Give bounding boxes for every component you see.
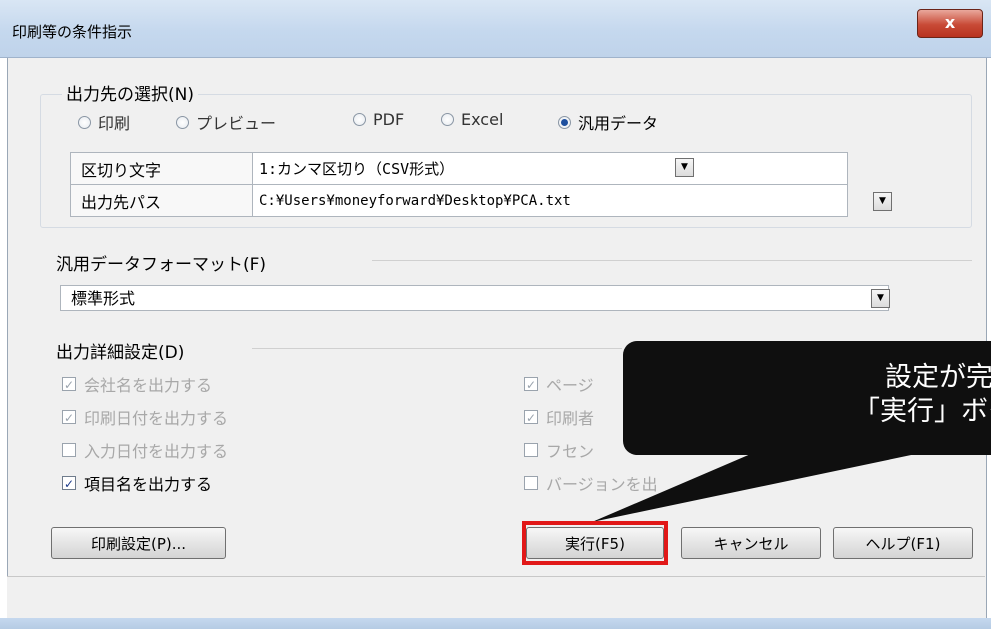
print-settings-button[interactable]: 印刷設定(P)...	[51, 527, 226, 559]
radio-excel[interactable]: Excel	[441, 110, 503, 129]
radio-print-circle[interactable]	[78, 115, 91, 129]
chevron-down-icon: ▼	[681, 162, 688, 172]
radio-pdf[interactable]: PDF	[353, 110, 404, 129]
title-bar[interactable]: 印刷等の条件指示 x	[0, 0, 991, 58]
checkbox-version-box[interactable]	[524, 476, 538, 490]
checkbox-company-name-box[interactable]: ✓	[62, 377, 76, 392]
radio-generic-data[interactable]: 汎用データ	[558, 110, 658, 134]
checkbox-page[interactable]: ✓ ページ	[524, 372, 594, 396]
checkbox-company-name[interactable]: ✓ 会社名を出力する	[62, 372, 212, 396]
checkbox-item-name[interactable]: ✓ 項目名を出力する	[62, 471, 212, 495]
output-path-label: 出力先パス	[70, 184, 253, 217]
radio-pdf-label: PDF	[373, 110, 405, 129]
delimiter-dropdown-button[interactable]: ▼	[675, 158, 694, 177]
radio-preview-circle[interactable]	[176, 115, 189, 129]
checkbox-input-date-box[interactable]	[62, 443, 76, 457]
radio-generic-data-label: 汎用データ	[578, 114, 659, 133]
checkbox-printer-box[interactable]: ✓	[524, 410, 538, 425]
checkbox-input-date-label: 入力日付を出力する	[84, 442, 229, 461]
chevron-down-icon: ▼	[879, 196, 886, 206]
delimiter-row: 区切り文字 1:カンマ区切り（CSV形式）	[70, 152, 848, 185]
checkbox-item-name-box[interactable]: ✓	[62, 476, 76, 491]
tutorial-callout: 設定が完了したら 「実行」ボタンをクリック	[623, 341, 991, 455]
radio-generic-data-circle[interactable]	[558, 115, 571, 129]
output-path-input[interactable]: C:¥Users¥moneyforward¥Desktop¥PCA.txt	[252, 184, 848, 217]
radio-preview[interactable]: プレビュー	[176, 110, 276, 134]
callout-line-1: 設定が完了したら	[885, 362, 991, 393]
radio-excel-circle[interactable]	[441, 113, 454, 126]
delimiter-label: 区切り文字	[70, 152, 253, 185]
checkbox-fusen-label: フセン	[546, 442, 595, 461]
radio-print-label: 印刷	[98, 114, 131, 133]
status-bar	[7, 576, 985, 619]
cancel-button[interactable]: キャンセル	[681, 527, 821, 559]
checkbox-input-date[interactable]: 入力日付を出力する	[62, 438, 228, 462]
callout-text: 設定が完了したら 「実行」ボタンをクリック	[643, 361, 991, 429]
output-dest-group-label: 出力先の選択(N)	[62, 80, 198, 105]
checkbox-version[interactable]: バージョンを出	[524, 471, 658, 495]
checkbox-page-label: ページ	[546, 376, 594, 395]
checkbox-item-name-label: 項目名を出力する	[84, 475, 213, 494]
output-path-browse-button[interactable]: ▼	[873, 192, 892, 211]
checkbox-version-label: バージョンを出	[546, 475, 658, 494]
checkbox-print-date[interactable]: ✓ 印刷日付を出力する	[62, 405, 228, 429]
chevron-down-icon: ▼	[877, 293, 884, 303]
dialog-window: 印刷等の条件指示 x 出力先の選択(N) 印刷 プレビュー PDF Excel …	[0, 0, 991, 629]
detail-group-label: 出力詳細設定(D)	[56, 343, 185, 363]
radio-excel-label: Excel	[461, 110, 504, 129]
format-group-label: 汎用データフォーマット(F)	[56, 255, 267, 275]
checkbox-fusen[interactable]: フセン	[524, 438, 594, 462]
format-select[interactable]: 標準形式	[60, 285, 889, 311]
execute-button-highlight	[522, 521, 668, 565]
window-bottom-edge	[0, 618, 991, 629]
close-icon: x	[944, 13, 956, 32]
radio-preview-label: プレビュー	[196, 114, 277, 133]
format-group-divider	[372, 260, 972, 261]
radio-pdf-circle[interactable]	[353, 113, 366, 126]
checkbox-print-date-box[interactable]: ✓	[62, 410, 76, 425]
radio-print[interactable]: 印刷	[78, 110, 130, 134]
checkbox-print-date-label: 印刷日付を出力する	[84, 409, 229, 428]
close-button[interactable]: x	[917, 9, 983, 38]
detail-group-divider	[252, 348, 622, 349]
output-path-row: 出力先パス C:¥Users¥moneyforward¥Desktop¥PCA.…	[70, 184, 848, 217]
checkbox-page-box[interactable]: ✓	[524, 377, 538, 392]
output-options-grid: 区切り文字 1:カンマ区切り（CSV形式） 出力先パス C:¥Users¥mon…	[70, 152, 848, 217]
checkbox-printer[interactable]: ✓ 印刷者	[524, 405, 594, 429]
window-title: 印刷等の条件指示	[12, 23, 133, 41]
delimiter-select[interactable]: 1:カンマ区切り（CSV形式）	[252, 152, 848, 185]
callout-line-2: 「実行」ボタンをクリック	[853, 396, 991, 427]
checkbox-printer-label: 印刷者	[546, 409, 595, 428]
format-dropdown-button[interactable]: ▼	[871, 289, 890, 308]
checkbox-fusen-box[interactable]	[524, 443, 538, 457]
checkbox-company-name-label: 会社名を出力する	[84, 376, 213, 395]
help-button[interactable]: ヘルプ(F1)	[833, 527, 973, 559]
